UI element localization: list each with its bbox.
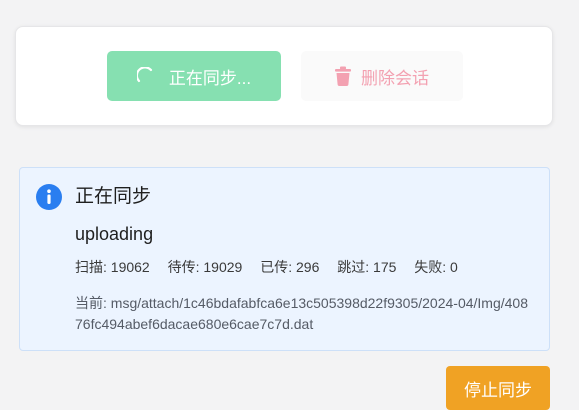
stat-scanned: 扫描: 19062 <box>75 259 150 275</box>
spinner-icon <box>136 67 155 85</box>
sync-status-panel: 正在同步 uploading 扫描: 19062 待传: 19029 已传: 2… <box>19 167 550 351</box>
delete-session-label: 删除会话 <box>361 68 429 88</box>
delete-session-button[interactable]: 删除会话 <box>301 51 463 101</box>
stop-sync-button[interactable]: 停止同步 <box>446 366 550 410</box>
action-card: 正在同步... 删除会话 <box>15 26 553 126</box>
stat-skipped: 跳过: 175 <box>337 259 397 275</box>
stat-uploaded: 已传: 296 <box>260 259 320 275</box>
status-phase: uploading <box>75 224 154 244</box>
stat-pending: 待传: 19029 <box>167 259 243 275</box>
syncing-button-label: 正在同步... <box>168 68 252 88</box>
sync-stats: 扫描: 19062 待传: 19029 已传: 296 跳过: 175 失败: … <box>75 257 472 277</box>
info-icon <box>36 184 62 210</box>
status-title: 正在同步 <box>75 186 152 207</box>
stop-sync-label: 停止同步 <box>464 380 532 400</box>
stat-failed: 失败: 0 <box>414 259 458 275</box>
trash-icon <box>335 66 351 86</box>
syncing-button[interactable]: 正在同步... <box>107 51 281 101</box>
current-file: 当前: msg/attach/1c46bdafabfca6e13c505398d… <box>75 295 528 332</box>
